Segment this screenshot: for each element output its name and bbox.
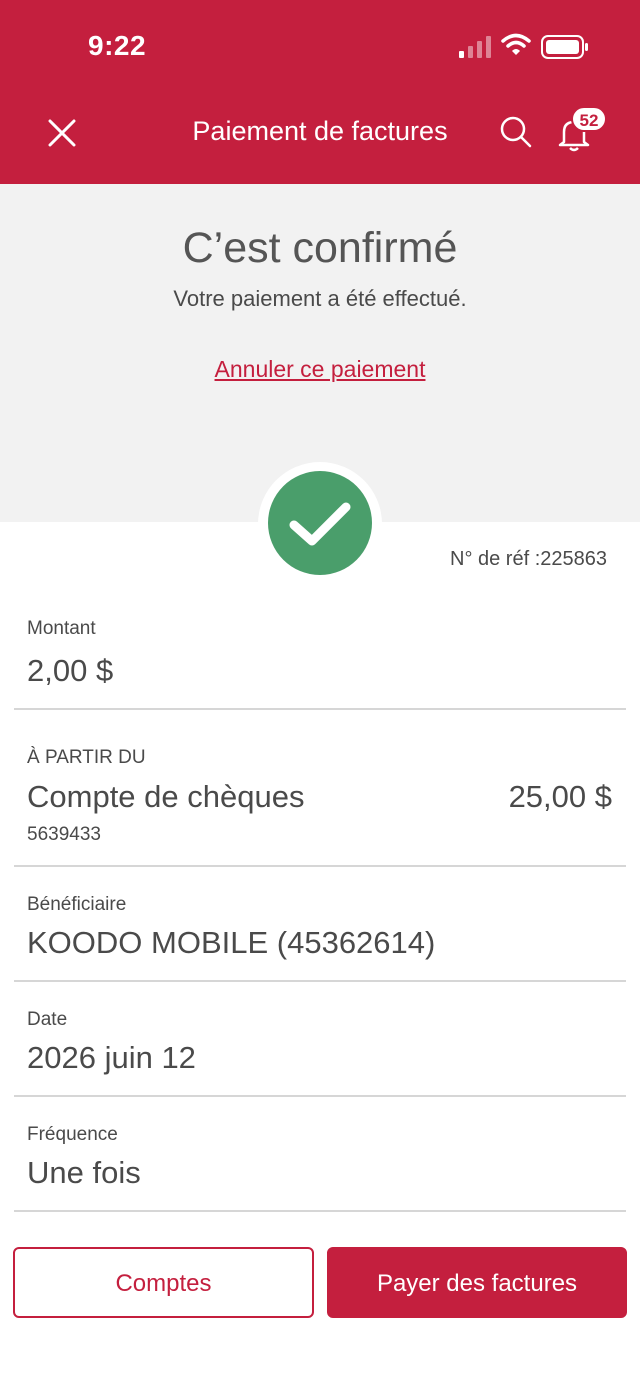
payee-label: Bénéficiaire <box>27 894 127 915</box>
page-title: Paiement de factures <box>192 116 448 146</box>
payee-field: Bénéficiaire KOODO MOBILE (45362614) <box>14 867 626 982</box>
payee-value: KOODO MOBILE (45362614) <box>27 925 436 960</box>
frequency-label: Fréquence <box>27 1124 118 1145</box>
accounts-button[interactable]: Comptes <box>13 1247 314 1318</box>
frequency-value: Une fois <box>27 1155 141 1190</box>
from-account-name: Compte de chèques <box>27 779 305 814</box>
date-value: 2026 juin 12 <box>27 1040 196 1075</box>
success-badge <box>268 471 372 575</box>
date-field: Date 2026 juin 12 <box>14 982 626 1097</box>
checkmark-icon <box>289 502 351 546</box>
app-header: 9:22 Paiement de factures 52 <box>0 0 640 184</box>
date-label: Date <box>27 1009 68 1030</box>
from-account-balance: 25,00 $ <box>508 779 612 814</box>
pay-bills-button[interactable]: Payer des factures <box>327 1247 627 1318</box>
confirmation-title: C’est confirmé <box>182 224 458 272</box>
search-icon[interactable] <box>496 112 536 152</box>
frequency-field: Fréquence Une fois <box>14 1097 626 1212</box>
reference-number: N° de réf :225863 <box>450 548 607 570</box>
notification-badge: 52 <box>571 106 607 132</box>
cancel-payment-link[interactable]: Annuler ce paiement <box>0 356 640 383</box>
amount-value: 2,00 $ <box>27 653 114 688</box>
from-account-label: À PARTIR DU <box>27 747 146 768</box>
from-account-field: À PARTIR DU Compte de chèques 25,00 $ 56… <box>14 710 626 867</box>
battery-icon <box>541 35 588 59</box>
wifi-icon <box>501 33 531 55</box>
from-account-number: 5639433 <box>27 824 101 845</box>
amount-label: Montant <box>27 618 96 639</box>
status-time: 9:22 <box>88 30 147 61</box>
confirmation-subtitle: Votre paiement a été effectué. <box>173 286 467 311</box>
amount-field: Montant 2,00 $ <box>14 600 626 710</box>
cellular-signal-icon <box>459 36 491 58</box>
